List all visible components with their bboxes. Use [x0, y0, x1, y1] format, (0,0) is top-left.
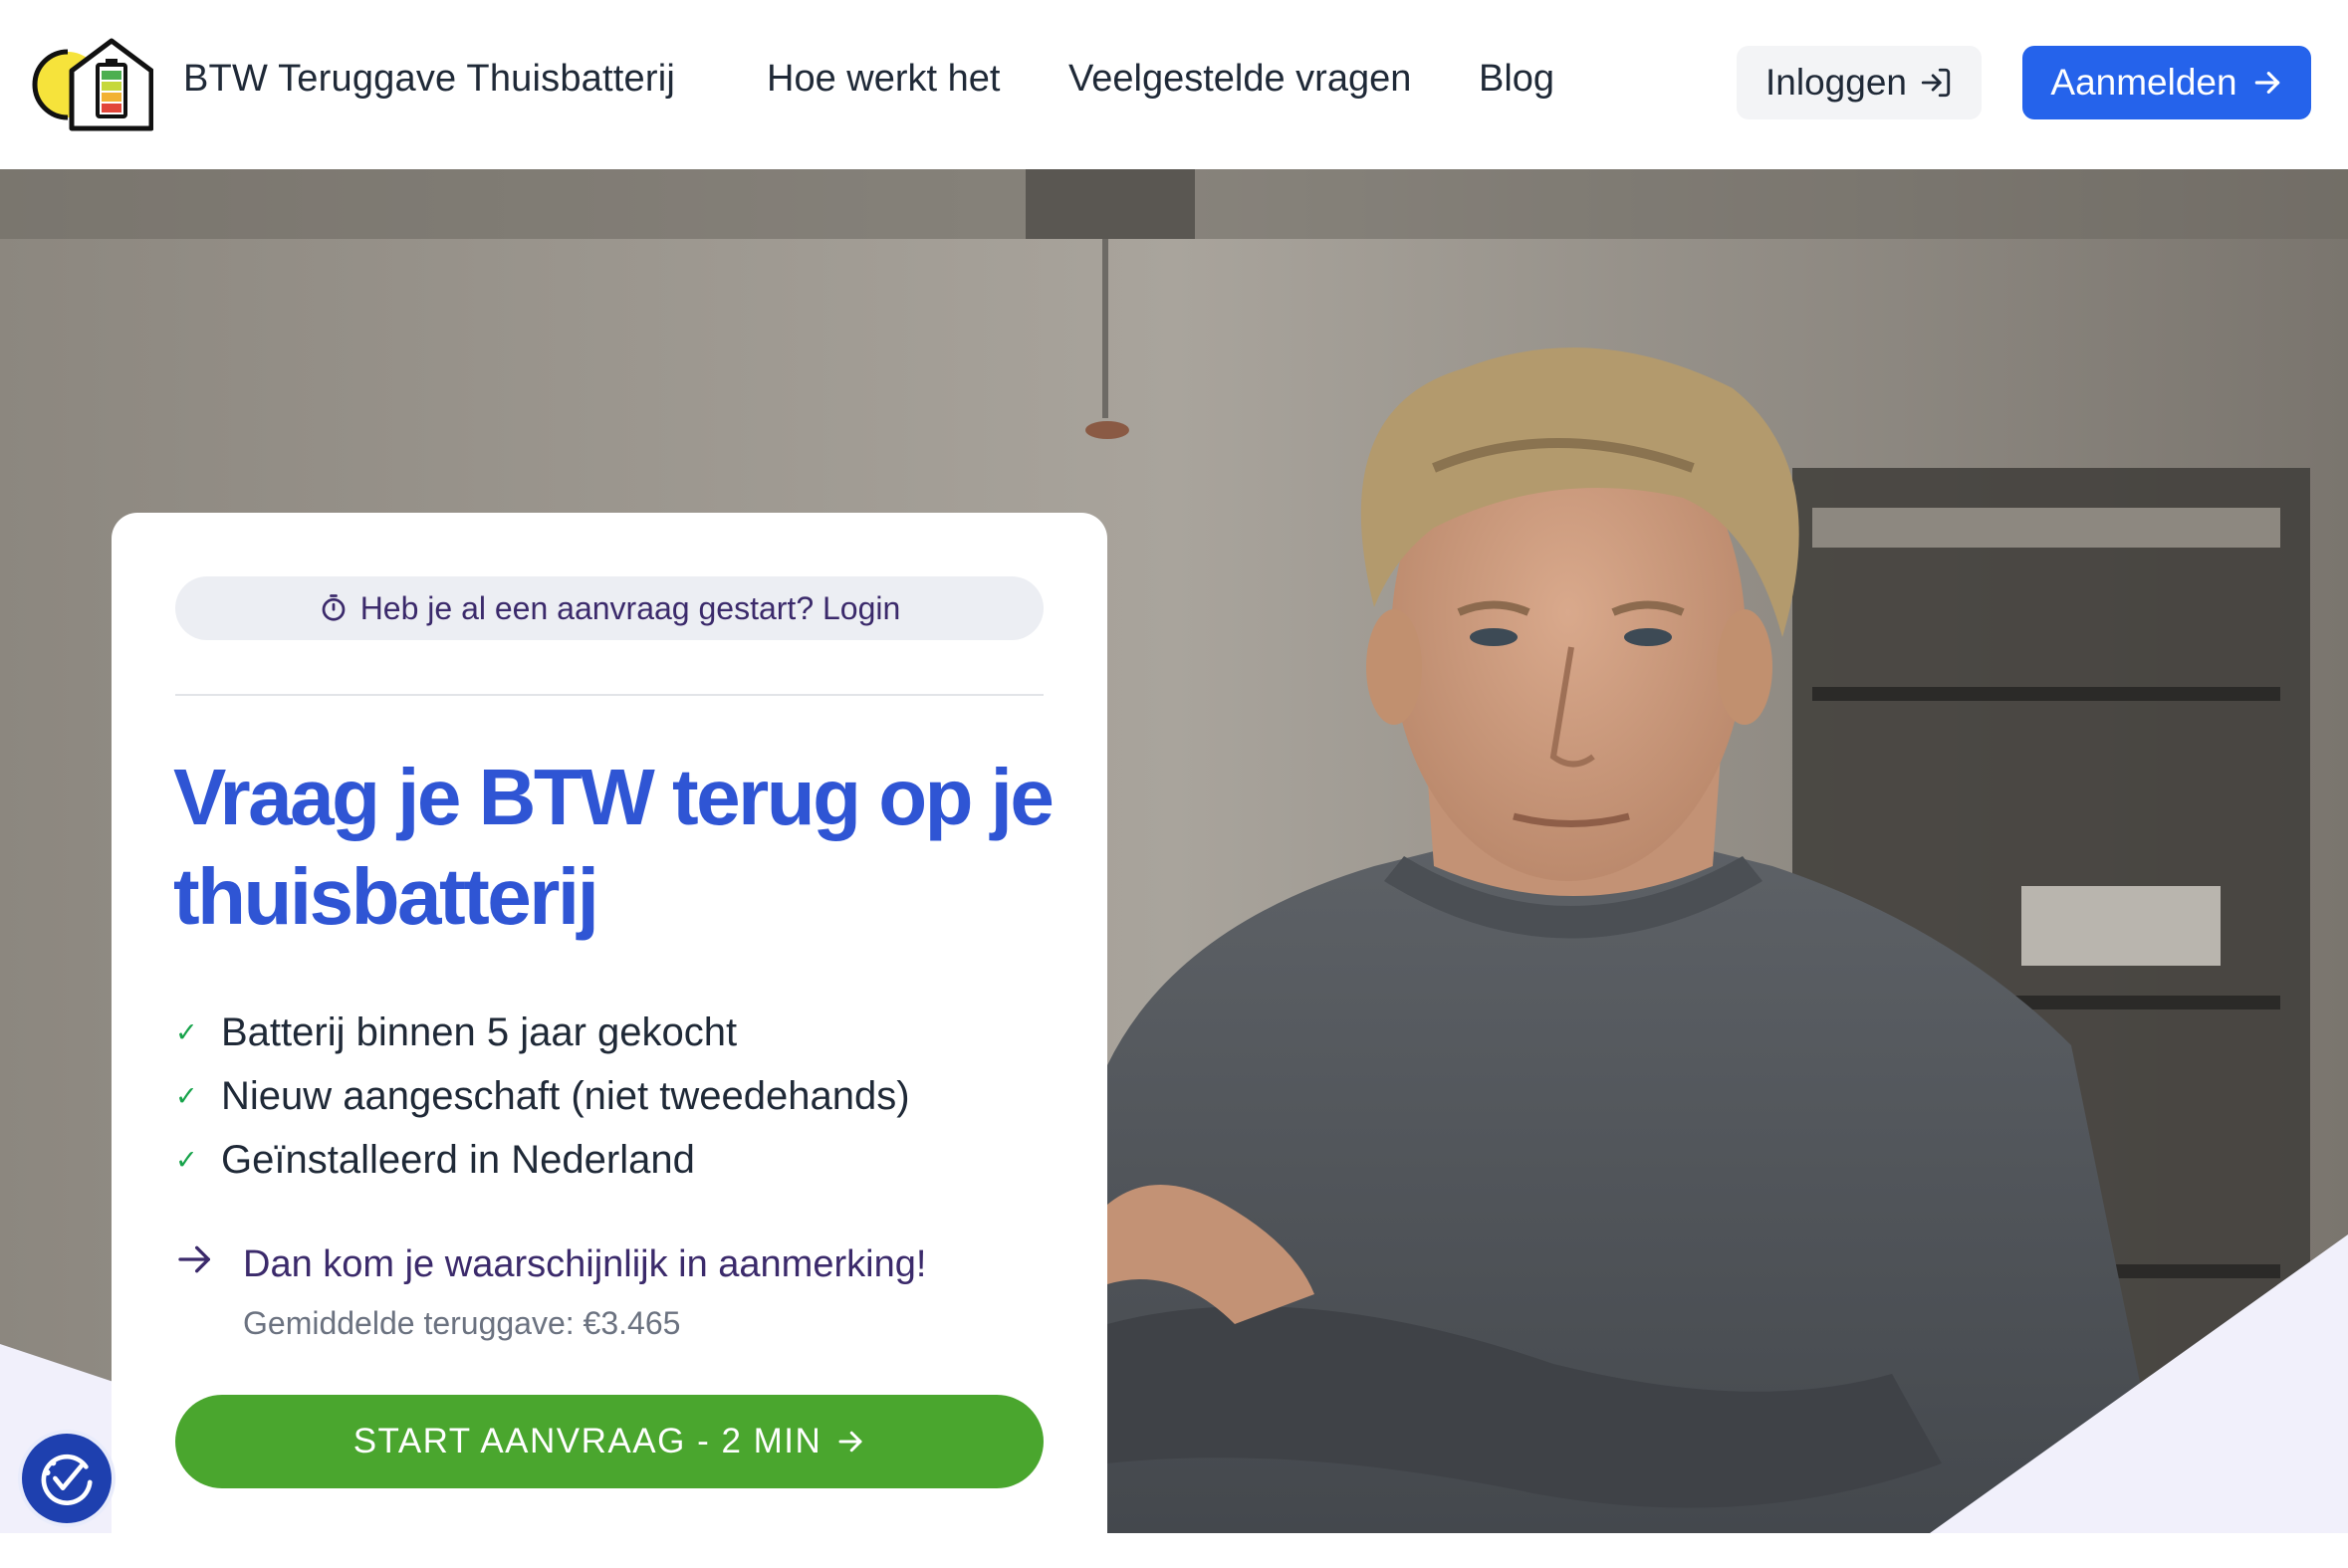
average-refund: Gemiddelde teruggave: €3.465	[243, 1305, 681, 1341]
arrow-right-icon	[2254, 72, 2279, 94]
list-item: ✓ Batterij binnen 5 jaar gekocht	[175, 1001, 910, 1064]
brand-name[interactable]: BTW Teruggave Thuisbatterij	[183, 58, 675, 101]
divider	[175, 694, 1044, 696]
arrow-right-icon	[838, 1431, 862, 1453]
stopwatch-icon	[322, 594, 346, 621]
eligibility-message: Dan kom je waarschijnlijk in aanmerking!	[243, 1243, 927, 1285]
check-icon: ✓	[175, 1016, 198, 1047]
check-label: Batterij binnen 5 jaar gekocht	[221, 1009, 738, 1054]
list-item: ✓ Geïnstalleerd in Nederland	[175, 1128, 910, 1192]
check-icon: ✓	[175, 1144, 198, 1175]
check-label: Geïnstalleerd in Nederland	[221, 1137, 695, 1182]
nav-blog[interactable]: Blog	[1479, 58, 1554, 101]
decorative-wedge-right	[1930, 1234, 2348, 1533]
list-item: ✓ Nieuw aangeschaft (niet tweedehands)	[175, 1064, 910, 1128]
accessibility-button[interactable]	[22, 1434, 112, 1523]
resume-application-login-link[interactable]: Heb je al een aanvraag gestart? Login	[175, 576, 1044, 640]
login-label: Inloggen	[1765, 62, 1907, 103]
application-card: Heb je al een aanvraag gestart? Login Vr…	[112, 513, 1107, 1568]
start-application-label: START AANVRAAG - 2 MIN	[352, 1422, 822, 1460]
nav-faq[interactable]: Veelgestelde vragen	[1068, 58, 1411, 101]
login-arrow-icon	[1921, 68, 1951, 98]
accessibility-check-icon	[41, 1454, 93, 1505]
start-application-button[interactable]: START AANVRAAG - 2 MIN	[175, 1395, 1044, 1488]
login-button[interactable]: Inloggen	[1737, 46, 1982, 119]
resume-application-text: Heb je al een aanvraag gestart? Login	[359, 589, 901, 626]
check-label: Nieuw aangeschaft (niet tweedehands)	[221, 1073, 910, 1118]
site-header: BTW Teruggave Thuisbatterij Hoe werkt he…	[0, 0, 2348, 169]
eligibility-checklist: ✓ Batterij binnen 5 jaar gekocht ✓ Nieuw…	[175, 1001, 910, 1192]
check-icon: ✓	[175, 1080, 198, 1111]
nav-how-it-works[interactable]: Hoe werkt het	[767, 58, 1000, 101]
signup-button[interactable]: Aanmelden	[2022, 46, 2311, 119]
page-title: Vraag je BTW terug op je thuisbatterij	[173, 753, 1055, 941]
house-battery-icon[interactable]	[32, 33, 153, 132]
signup-label: Aanmelden	[2050, 62, 2237, 103]
arrow-right-icon	[178, 1245, 210, 1273]
